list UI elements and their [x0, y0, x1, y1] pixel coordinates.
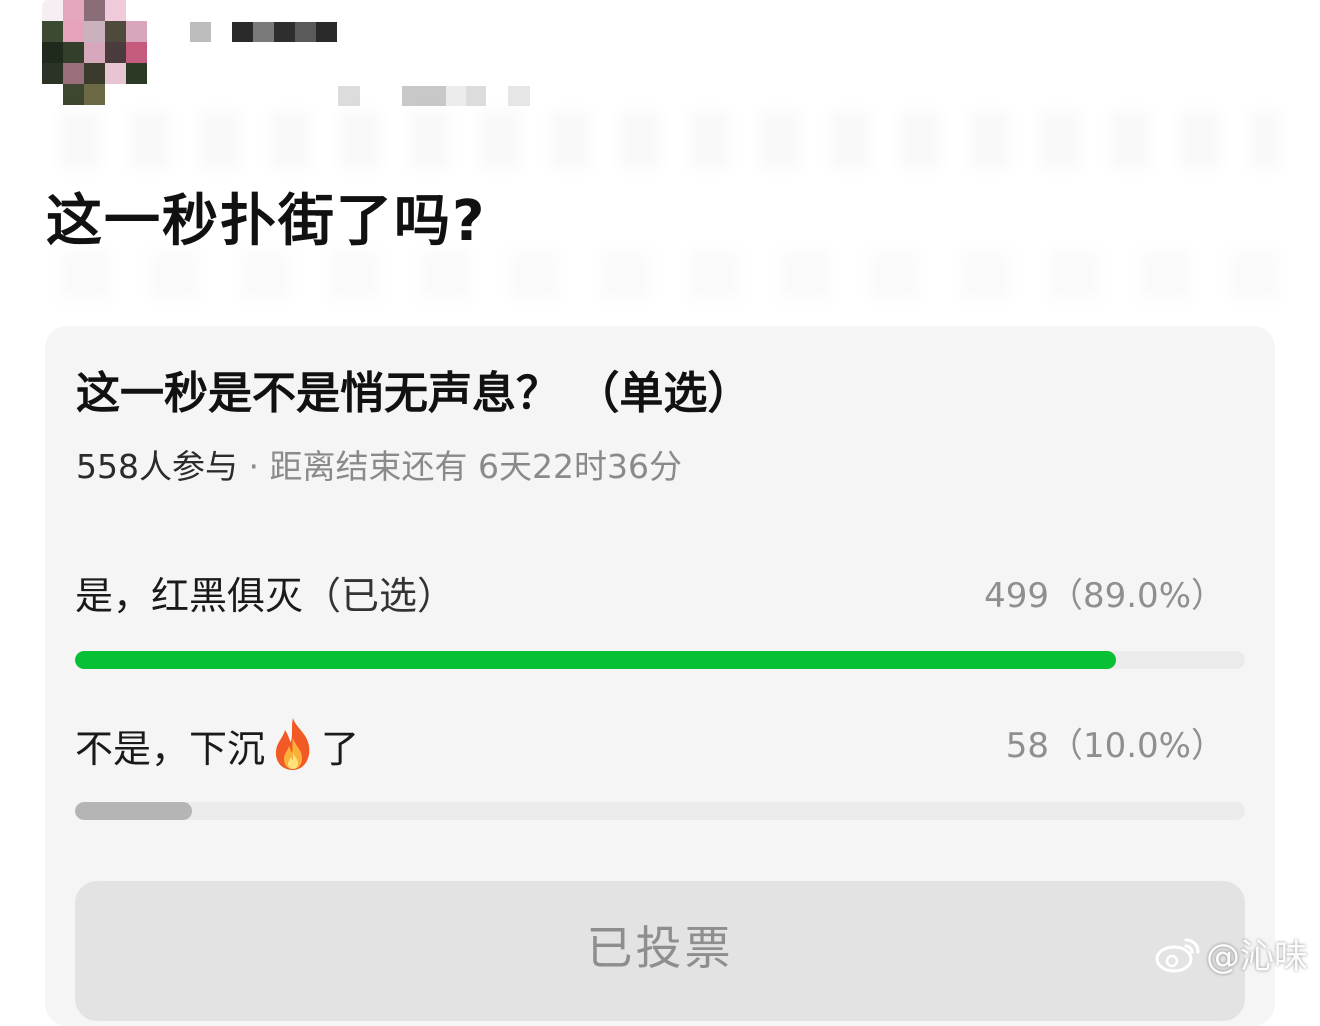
- voted-button-label: 已投票: [586, 921, 734, 975]
- avatar-pixel: [147, 63, 168, 84]
- avatar-pixel: [63, 0, 84, 21]
- meta-pixel: [382, 86, 402, 106]
- poll-card: 这一秒是不是悄无声息？ （单选） 558人参与 · 距离结束还有 6天22时36…: [45, 326, 1275, 1026]
- avatar-pixel: [126, 84, 147, 105]
- username-pixel: [316, 22, 337, 42]
- avatar-pixel: [63, 63, 84, 84]
- post-header: [0, 0, 1320, 170]
- post-meta-pixelated: [338, 86, 530, 106]
- option-label: 是，红黑俱灭（已选）: [75, 566, 455, 626]
- result-bar-fill: [75, 651, 1117, 669]
- avatar-pixel: [105, 21, 126, 42]
- option-label: 不是，下沉 了: [75, 716, 359, 779]
- avatar-pixel: [84, 42, 105, 63]
- poll-meta: 558人参与 · 距离结束还有 6天22时36分: [76, 444, 682, 490]
- poll-question: 这一秒是不是悄无声息？ （单选）: [76, 368, 752, 419]
- avatar-pixel: [63, 42, 84, 63]
- poll-option-no[interactable]: 不是，下沉 了 58（10.0%）: [75, 716, 1245, 826]
- username-pixel: [211, 22, 232, 42]
- avatar-pixel: [42, 21, 63, 42]
- avatar-pixel: [105, 0, 126, 21]
- avatar-pixel: [84, 21, 105, 42]
- weibo-icon: [1155, 938, 1200, 972]
- meta-pixel: [446, 86, 466, 106]
- username-pixel: [232, 22, 253, 42]
- option-result: 499（89.0%）: [984, 576, 1225, 616]
- avatar-pixel: [105, 84, 126, 105]
- option-text-before: 不是，下沉: [75, 727, 266, 771]
- meta-pixel: [360, 86, 382, 106]
- avatar-pixel: [147, 0, 168, 21]
- participant-count: 558人参与: [76, 447, 238, 486]
- meta-pixel: [402, 86, 424, 106]
- meta-separator: ·: [238, 447, 270, 486]
- poll-option-yes[interactable]: 是，红黑俱灭（已选） 499（89.0%）: [75, 566, 1245, 676]
- avatar-pixel: [147, 21, 168, 42]
- avatar-pixel: [147, 84, 168, 105]
- option-text-after: 了: [321, 727, 360, 771]
- result-bar-fill: [75, 802, 192, 820]
- post-title: 这一秒扑街了吗?: [46, 189, 487, 254]
- avatar-pixel: [126, 21, 147, 42]
- fire-icon: [275, 718, 310, 770]
- username-pixelated[interactable]: [190, 22, 337, 42]
- avatar-pixel: [42, 63, 63, 84]
- avatar-pixel: [63, 84, 84, 105]
- username-pixel: [274, 22, 295, 42]
- meta-pixel: [486, 86, 508, 106]
- option-result: 58（10.0%）: [1005, 726, 1225, 766]
- meta-pixel: [466, 86, 486, 106]
- avatar-pixel: [42, 42, 63, 63]
- selected-tag: （已选）: [303, 574, 456, 618]
- result-bar-track: [75, 802, 1245, 820]
- username-pixel: [253, 22, 274, 42]
- voted-button[interactable]: 已投票: [75, 881, 1245, 1021]
- poll-deadline: 距离结束还有 6天22时36分: [269, 447, 682, 486]
- result-bar-track: [75, 651, 1245, 669]
- meta-pixel: [508, 86, 530, 106]
- avatar-pixel: [42, 0, 63, 21]
- avatar-pixel: [105, 63, 126, 84]
- avatar-pixel: [126, 42, 147, 63]
- avatar-pixel: [147, 42, 168, 63]
- avatar-pixel: [63, 21, 84, 42]
- avatar-pixel: [84, 84, 105, 105]
- username-pixel: [295, 22, 316, 42]
- avatar-pixel: [105, 42, 126, 63]
- avatar-pixel: [42, 84, 63, 105]
- username-pixel: [190, 22, 211, 42]
- avatar-pixel: [126, 0, 147, 21]
- watermark: @沁味: [1154, 929, 1308, 978]
- meta-pixel: [338, 86, 360, 106]
- avatar-pixel: [84, 0, 105, 21]
- option-text: 是，红黑俱灭: [75, 574, 304, 618]
- avatar-pixel: [84, 63, 105, 84]
- blurred-background-text: [60, 110, 1280, 170]
- watermark-text: @沁味: [1206, 937, 1308, 977]
- avatar-pixel: [126, 63, 147, 84]
- avatar[interactable]: [42, 0, 168, 105]
- meta-pixel: [424, 86, 446, 106]
